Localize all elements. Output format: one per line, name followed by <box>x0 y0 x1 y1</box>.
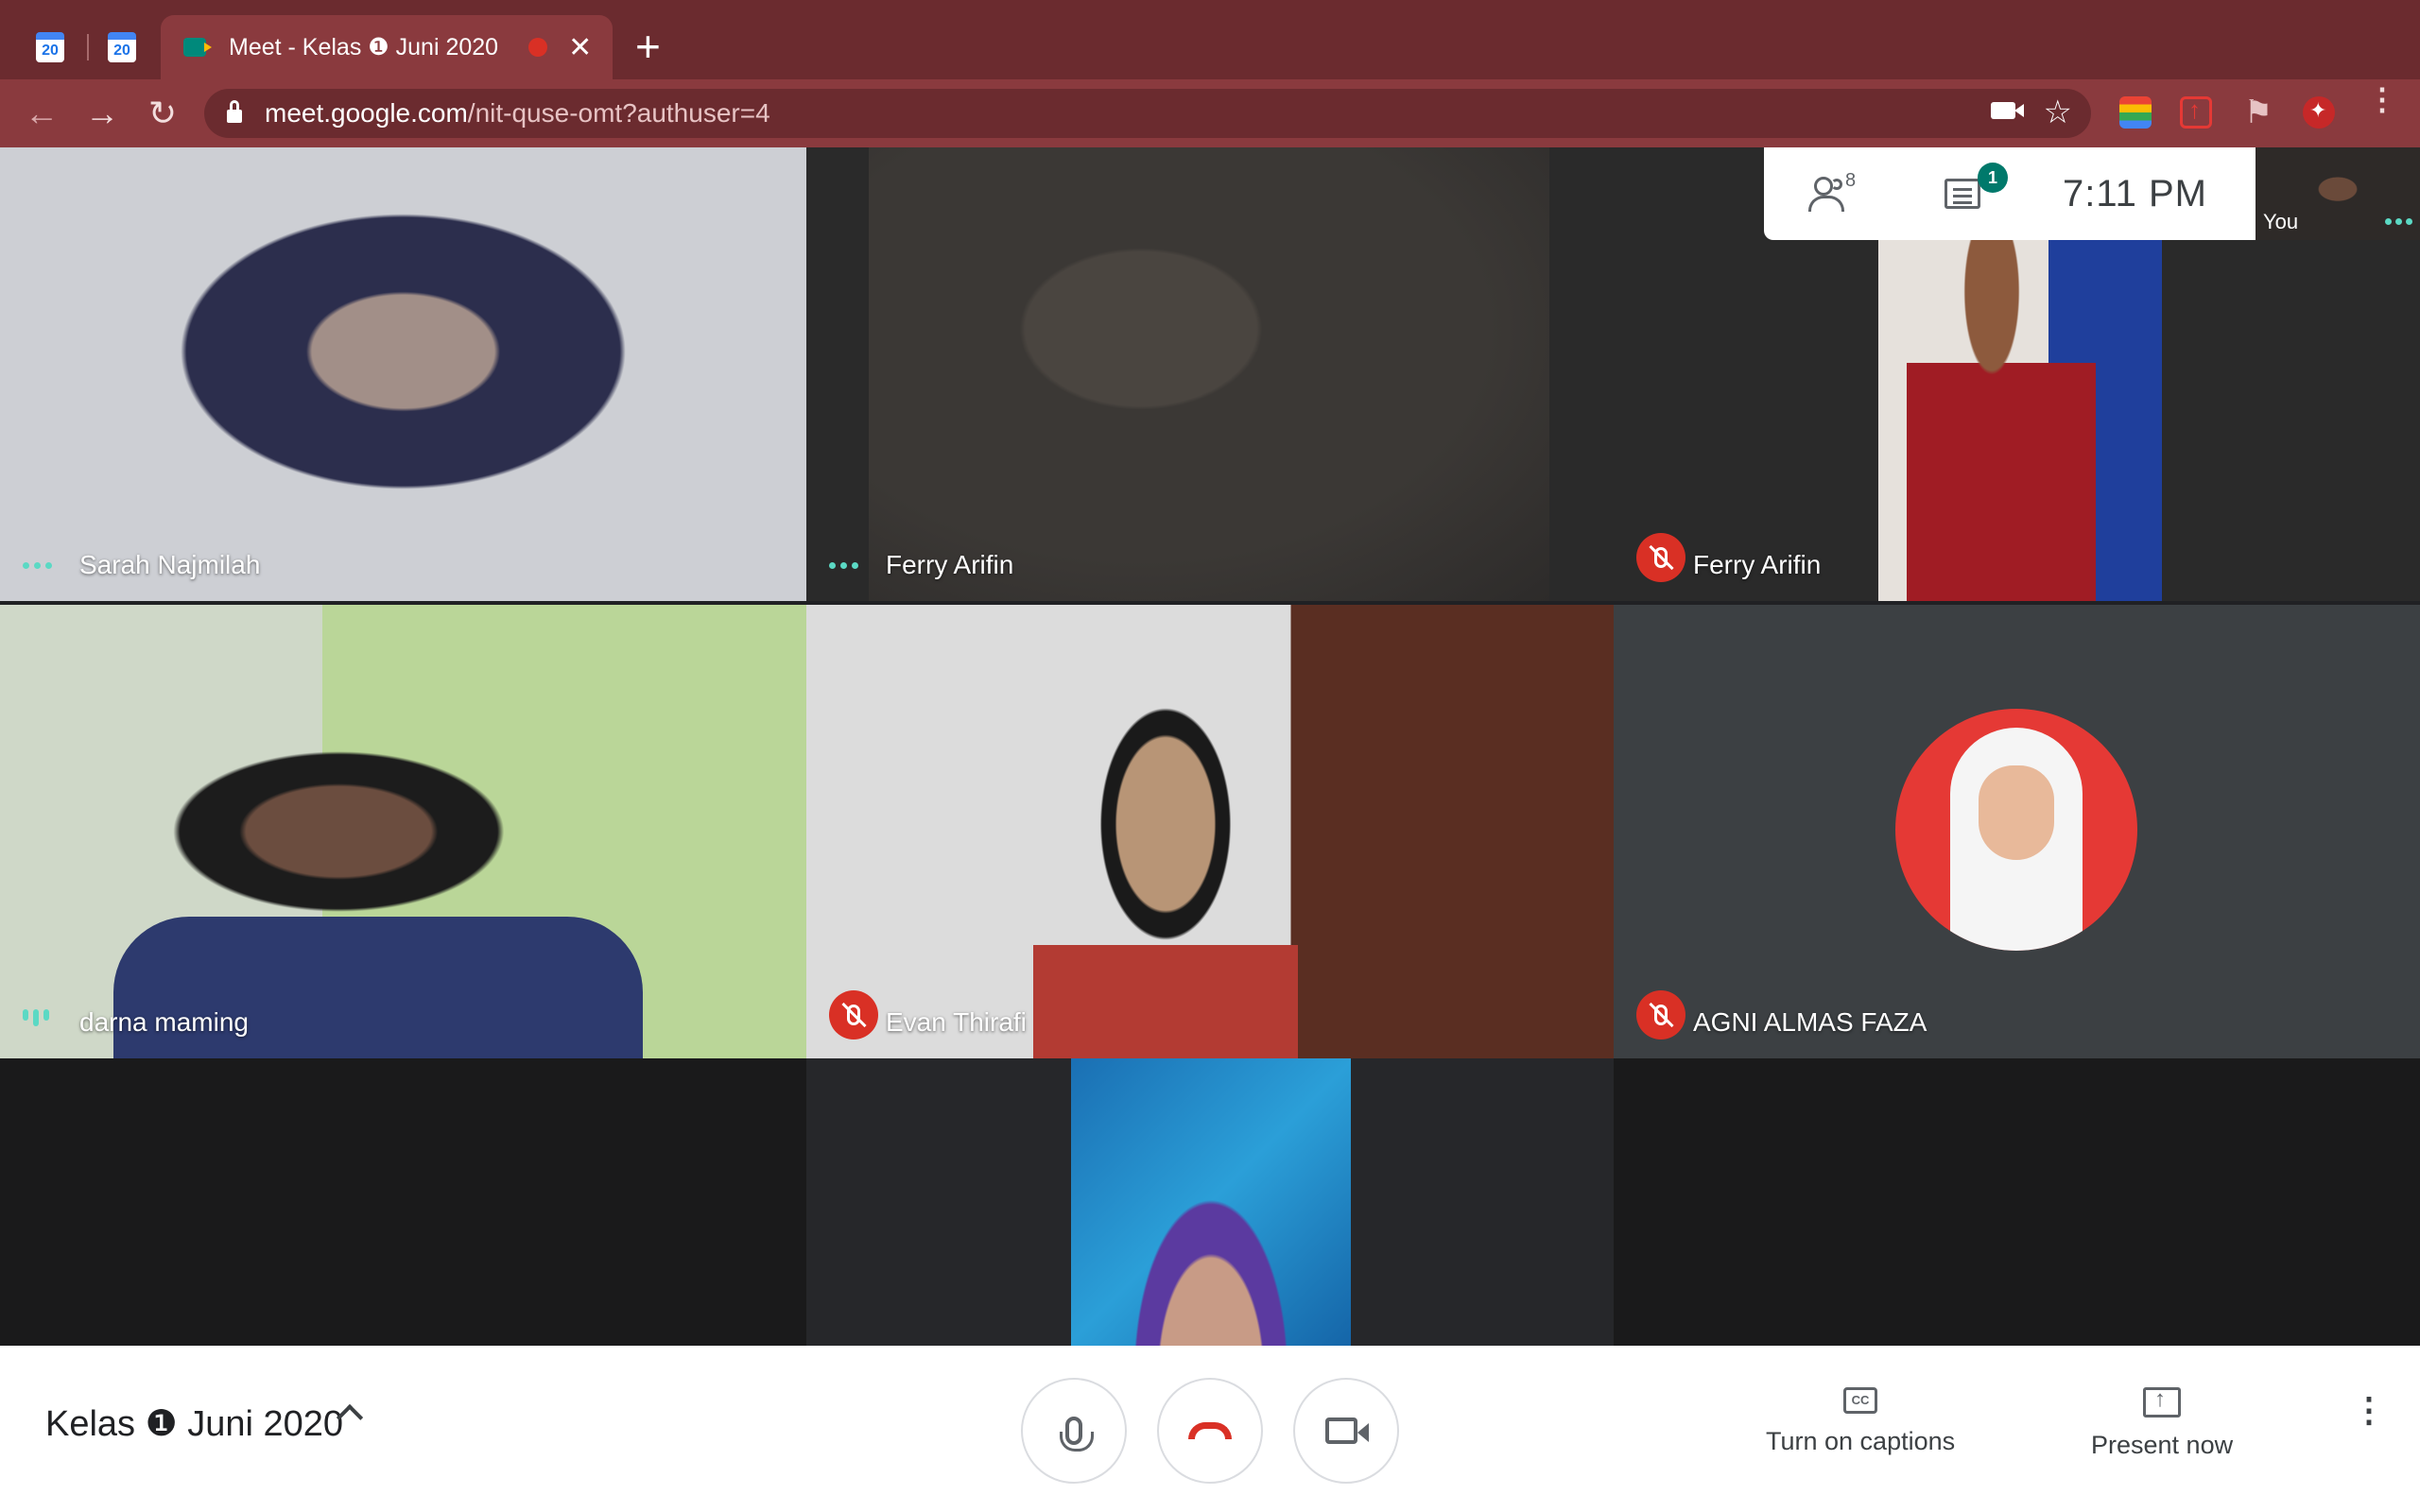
audio-activity-icon <box>23 1009 49 1026</box>
browser-menu-icon[interactable]: ⋮ <box>2367 84 2397 114</box>
present-screen-icon <box>2143 1386 2182 1418</box>
forward-button[interactable]: → <box>79 93 125 134</box>
muted-mic-icon <box>1636 533 1685 582</box>
camera-button[interactable] <box>1293 1378 1399 1484</box>
participant-tile[interactable]: AGNI ALMAS FAZA <box>1614 605 2420 1058</box>
recording-indicator-icon <box>528 38 548 57</box>
google-meet-icon <box>183 38 212 57</box>
address-bar[interactable]: meet.google.com/nit-quse-omt?authuser=4 … <box>204 89 2091 138</box>
browser-toolbar: ← → ↻ meet.google.com/nit-quse-omt?authu… <box>0 79 2420 147</box>
self-view-tile[interactable]: You <box>2256 147 2420 240</box>
meeting-clock: 7:11 PM <box>2063 172 2207 215</box>
camera-icon <box>1325 1418 1369 1444</box>
bookmark-star-icon[interactable]: ☆ <box>2044 94 2072 131</box>
captions-label: Turn on captions <box>1766 1427 1956 1455</box>
participants-button[interactable]: 8 <box>1764 147 1896 240</box>
camera-in-use-icon[interactable] <box>1991 102 2024 119</box>
audio-activity-icon <box>829 562 858 569</box>
present-now-button[interactable]: Present now <box>2091 1386 2234 1460</box>
empty-tile <box>0 1058 806 1346</box>
chat-unread-badge: 1 <box>1978 163 2008 193</box>
participant-name: Ferry Arifin <box>1693 550 1822 579</box>
participant-video <box>869 147 1549 601</box>
participants-count: 8 <box>1845 170 1857 191</box>
pinned-tab-calendar-1[interactable]: 20 <box>26 25 74 70</box>
audio-activity-icon <box>23 562 52 569</box>
participant-name: Evan Thirafi <box>886 1007 1027 1037</box>
profile-avatar-icon[interactable] <box>2303 96 2335 129</box>
url-host: meet.google.com <box>265 98 468 128</box>
close-tab-icon[interactable]: ✕ <box>568 31 592 64</box>
microphone-button[interactable] <box>1021 1378 1127 1484</box>
calendar-icon: 20 <box>108 32 136 62</box>
tab-meet[interactable]: Meet - Kelas ❶ Juni 2020 ✕ <box>161 15 613 79</box>
muted-mic-icon <box>1636 990 1685 1040</box>
url-text: meet.google.com/nit-quse-omt?authuser=4 <box>265 98 770 129</box>
participant-avatar <box>1895 709 2137 951</box>
participant-tile[interactable]: Sarah Najmilah <box>0 147 806 601</box>
participant-name: Sarah Najmilah <box>79 550 261 579</box>
hang-up-icon <box>1188 1422 1232 1439</box>
extension-upload-icon[interactable] <box>2180 95 2212 129</box>
browser-tab-strip: 20 20 Meet - Kelas ❶ Juni 2020 ✕ + <box>0 0 2420 79</box>
extensions-puzzle-icon[interactable]: ⚑ <box>2242 96 2274 129</box>
participant-tile[interactable]: darna maming <box>0 605 806 1058</box>
participant-name: darna maming <box>79 1007 249 1037</box>
participant-name: Ferry Arifin <box>886 550 1014 579</box>
self-view-options-icon[interactable] <box>2385 218 2412 225</box>
back-button[interactable]: ← <box>19 93 64 134</box>
self-view-label: You <box>2263 210 2299 233</box>
empty-tile <box>1614 1058 2420 1346</box>
microphone-icon <box>1060 1417 1094 1452</box>
calendar-icon: 20 <box>36 32 64 62</box>
chat-button[interactable]: 1 <box>1896 147 2029 240</box>
participant-video <box>1071 1058 1351 1346</box>
extension-color-icon[interactable] <box>2119 96 2152 129</box>
meeting-details-title[interactable]: Kelas ❶ Juni 2020 <box>45 1402 343 1445</box>
lock-icon[interactable] <box>227 100 242 123</box>
muted-mic-icon <box>829 990 878 1040</box>
meeting-controls-bar: Kelas ❶ Juni 2020 CC Turn on captions Pr… <box>0 1346 2420 1512</box>
more-options-icon[interactable]: ⋮ <box>2352 1393 2386 1427</box>
participant-tile[interactable] <box>806 1058 1614 1346</box>
leave-call-button[interactable] <box>1157 1378 1263 1484</box>
tab-title: Meet - Kelas ❶ Juni 2020 <box>229 34 499 60</box>
meeting-grid: Sarah Najmilah Ferry Arifin Ferry Arifin… <box>0 147 2420 1346</box>
pinned-tab-calendar-2[interactable]: 20 <box>98 25 146 70</box>
captions-button[interactable]: CC Turn on captions <box>1766 1387 1955 1456</box>
chat-icon <box>1945 179 1980 209</box>
participant-tile[interactable]: Ferry Arifin <box>806 147 1614 601</box>
participant-tile[interactable]: Evan Thirafi <box>806 605 1614 1058</box>
closed-captions-icon: CC <box>1843 1387 1878 1414</box>
participant-name: AGNI ALMAS FAZA <box>1693 1007 1927 1037</box>
new-tab-button[interactable]: + <box>635 21 661 72</box>
meeting-info-panel: 8 1 7:11 PM <box>1764 147 2256 240</box>
url-path: /nit-quse-omt?authuser=4 <box>467 98 770 128</box>
reload-button[interactable]: ↻ <box>140 93 185 134</box>
present-label: Present now <box>2091 1431 2234 1459</box>
tab-separator <box>87 34 89 60</box>
